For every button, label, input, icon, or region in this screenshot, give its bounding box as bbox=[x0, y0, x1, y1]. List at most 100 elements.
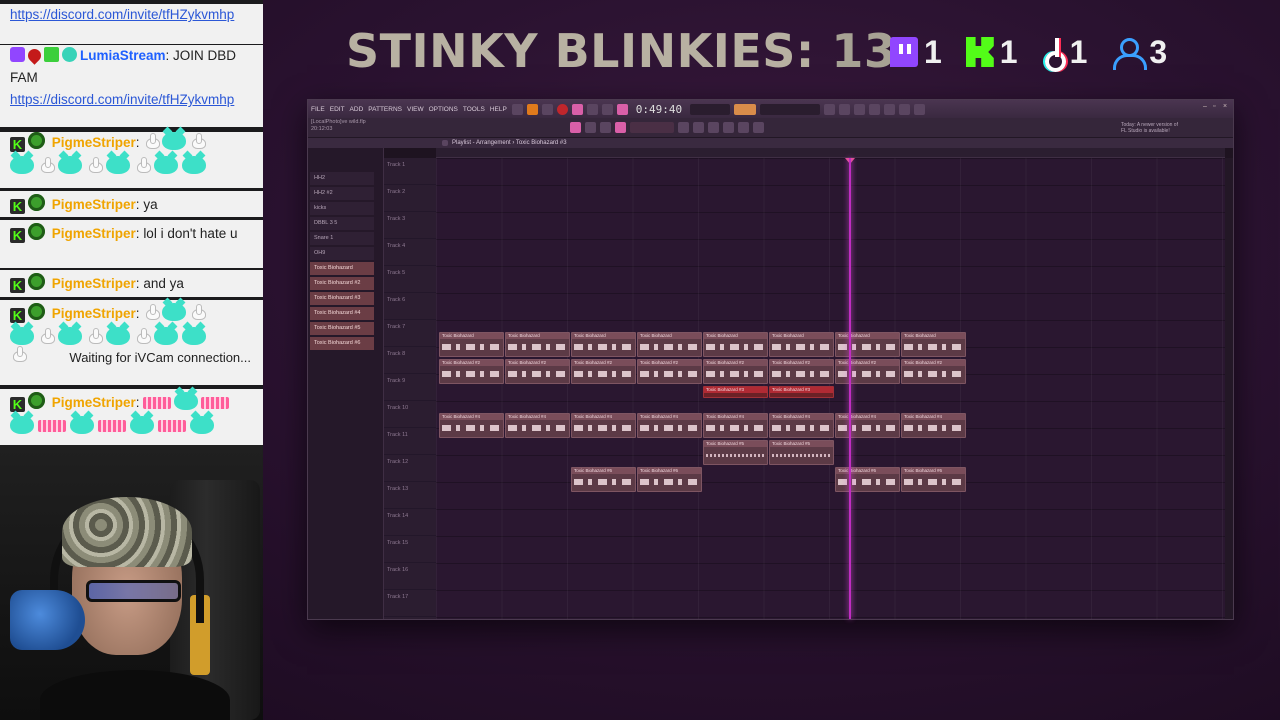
track-label[interactable]: Track 10 bbox=[384, 401, 436, 428]
menu-edit[interactable]: EDIT bbox=[330, 106, 345, 113]
menu-file[interactable]: FILE bbox=[311, 106, 325, 113]
pattern-clip[interactable]: Toxic Biohazard #4 bbox=[901, 413, 966, 438]
track-label[interactable]: Track 13 bbox=[384, 482, 436, 509]
track-label[interactable]: Track 1 bbox=[384, 158, 436, 185]
chat-username[interactable]: PigmeStriper bbox=[52, 306, 136, 321]
pattern-clip[interactable]: Toxic Biohazard #2 bbox=[439, 359, 504, 384]
pattern-item[interactable]: Toxic Biohazard bbox=[310, 262, 374, 275]
metronome-button[interactable] bbox=[586, 103, 598, 115]
track-label[interactable]: Track 9 bbox=[384, 374, 436, 401]
master-volume-meter[interactable] bbox=[734, 103, 757, 115]
track-label[interactable]: Track 2 bbox=[384, 185, 436, 212]
menu-view[interactable]: VIEW bbox=[407, 106, 424, 113]
pattern-item[interactable]: Toxic Biohazard #4 bbox=[310, 307, 374, 320]
pattern-clip[interactable]: Toxic Biohazard #4 bbox=[835, 413, 900, 438]
pattern-clip[interactable]: Toxic Biohazard #2 bbox=[637, 359, 702, 384]
chat-username[interactable]: PigmeStriper bbox=[52, 226, 136, 241]
browser-item[interactable]: HH2 bbox=[310, 172, 374, 185]
playlist-menu-icon[interactable] bbox=[442, 140, 448, 146]
playhead[interactable] bbox=[849, 158, 851, 619]
chat-link[interactable]: https://discord.com/invite/tfHZykvmhp bbox=[10, 89, 257, 111]
browser-item[interactable]: Snare 1 bbox=[310, 232, 374, 245]
close-icon[interactable]: × bbox=[1223, 103, 1230, 110]
record-button[interactable] bbox=[556, 103, 568, 115]
track-label[interactable]: Track 4 bbox=[384, 239, 436, 266]
pattern-clip[interactable]: Toxic Biohazard #6 bbox=[637, 467, 702, 492]
track-label[interactable]: Track 6 bbox=[384, 293, 436, 320]
pattern-item[interactable]: Toxic Biohazard #5 bbox=[310, 322, 374, 335]
pattern-clip[interactable]: Toxic Biohazard #4 bbox=[571, 413, 636, 438]
play-button[interactable] bbox=[526, 103, 538, 115]
mixer-button[interactable] bbox=[839, 103, 851, 115]
track-label[interactable]: Track 16 bbox=[384, 563, 436, 590]
chat-link[interactable]: https://discord.com/invite/tfHZykvmhp bbox=[0, 4, 263, 44]
pattern-clip[interactable]: Toxic Biohazard #4 bbox=[505, 413, 570, 438]
menu-help[interactable]: HELP bbox=[490, 106, 507, 113]
track-label[interactable]: Track 7 bbox=[384, 320, 436, 347]
pattern-clip[interactable]: Toxic Biohazard bbox=[835, 332, 900, 357]
track-label[interactable]: Track 17 bbox=[384, 590, 436, 617]
tool-icon-3[interactable] bbox=[708, 122, 719, 133]
vertical-scrollbar[interactable] bbox=[1225, 158, 1233, 619]
pattern-clip[interactable]: Toxic Biohazard #4 bbox=[637, 413, 702, 438]
pattern-clip[interactable]: Toxic Biohazard #2 bbox=[901, 359, 966, 384]
countdown-button[interactable] bbox=[601, 103, 613, 115]
pattern-clip[interactable]: Toxic Biohazard #5 bbox=[769, 440, 834, 465]
help-button[interactable] bbox=[914, 103, 926, 115]
pattern-clip[interactable]: Toxic Biohazard #4 bbox=[703, 413, 768, 438]
pattern-clip[interactable]: Toxic Biohazard bbox=[901, 332, 966, 357]
pattern-clip[interactable]: Toxic Biohazard #2 bbox=[703, 359, 768, 384]
pattern-clip[interactable]: Toxic Biohazard bbox=[571, 332, 636, 357]
tool-icon-2[interactable] bbox=[693, 122, 704, 133]
pattern-clip[interactable]: Toxic Biohazard #6 bbox=[901, 467, 966, 492]
tempo-display[interactable] bbox=[571, 103, 583, 115]
pattern-clip[interactable]: Toxic Biohazard bbox=[769, 332, 834, 357]
tool-icon-5[interactable] bbox=[738, 122, 749, 133]
pattern-item[interactable]: Toxic Biohazard #3 bbox=[310, 292, 374, 305]
typing-keyboard-button[interactable] bbox=[616, 103, 628, 115]
snap-button[interactable] bbox=[570, 122, 581, 133]
playlist-grid[interactable]: Toxic Biohazard Toxic Biohazard Toxic Bi… bbox=[436, 158, 1225, 619]
tool-icon-4[interactable] bbox=[723, 122, 734, 133]
piano-roll-button[interactable] bbox=[869, 103, 881, 115]
track-label[interactable]: Track 8 bbox=[384, 347, 436, 374]
pattern-clip-selected[interactable]: Toxic Biohazard #3 bbox=[703, 386, 768, 398]
timeline-ruler[interactable] bbox=[436, 148, 1225, 158]
pattern-clip[interactable]: Toxic Biohazard bbox=[505, 332, 570, 357]
pattern-clip[interactable]: Toxic Biohazard #2 bbox=[571, 359, 636, 384]
pattern-clip-selected[interactable]: Toxic Biohazard #3 bbox=[769, 386, 834, 398]
minimize-icon[interactable]: – bbox=[1203, 103, 1210, 110]
arrow-icon[interactable] bbox=[585, 122, 596, 133]
brush-icon[interactable] bbox=[600, 122, 611, 133]
pattern-clip[interactable]: Toxic Biohazard bbox=[703, 332, 768, 357]
browser-item[interactable]: OH9 bbox=[310, 247, 374, 260]
pattern-clip[interactable]: Toxic Biohazard #5 bbox=[703, 440, 768, 465]
track-label[interactable]: Track 5 bbox=[384, 266, 436, 293]
pattern-selector[interactable] bbox=[630, 122, 674, 133]
playlist-tools-icon[interactable] bbox=[678, 122, 689, 133]
chat-username[interactable]: PigmeStriper bbox=[52, 197, 136, 212]
pattern-clip[interactable]: Toxic Biohazard bbox=[439, 332, 504, 357]
link-icon[interactable] bbox=[615, 122, 626, 133]
fl-studio-window[interactable]: FILE EDIT ADD PATTERNS VIEW OPTIONS TOOL… bbox=[307, 99, 1234, 620]
tool-icon-6[interactable] bbox=[753, 122, 764, 133]
track-label[interactable]: Track 3 bbox=[384, 212, 436, 239]
plugin-picker-button[interactable] bbox=[824, 103, 836, 115]
track-label[interactable]: Track 11 bbox=[384, 428, 436, 455]
update-notice[interactable]: Today: A newer version of FL Studio is a… bbox=[1121, 122, 1181, 134]
menu-tools[interactable]: TOOLS bbox=[463, 106, 485, 113]
browser-item[interactable]: DBBL 3 5 bbox=[310, 217, 374, 230]
chat-username[interactable]: PigmeStriper bbox=[52, 276, 136, 291]
chat-username[interactable]: LumiaStream bbox=[80, 48, 166, 63]
menu-options[interactable]: OPTIONS bbox=[429, 106, 458, 113]
pattern-clip[interactable]: Toxic Biohazard #4 bbox=[769, 413, 834, 438]
channel-rack-button[interactable] bbox=[854, 103, 866, 115]
track-label[interactable]: Track 12 bbox=[384, 455, 436, 482]
pattern-clip[interactable]: Toxic Biohazard #2 bbox=[835, 359, 900, 384]
pattern-clip[interactable]: Toxic Biohazard #6 bbox=[835, 467, 900, 492]
chat-username[interactable]: PigmeStriper bbox=[52, 395, 136, 410]
pattern-clip[interactable]: Toxic Biohazard #2 bbox=[769, 359, 834, 384]
track-label[interactable]: Track 15 bbox=[384, 536, 436, 563]
menu-add[interactable]: ADD bbox=[350, 106, 364, 113]
chat-username[interactable]: PigmeStriper bbox=[52, 135, 136, 150]
